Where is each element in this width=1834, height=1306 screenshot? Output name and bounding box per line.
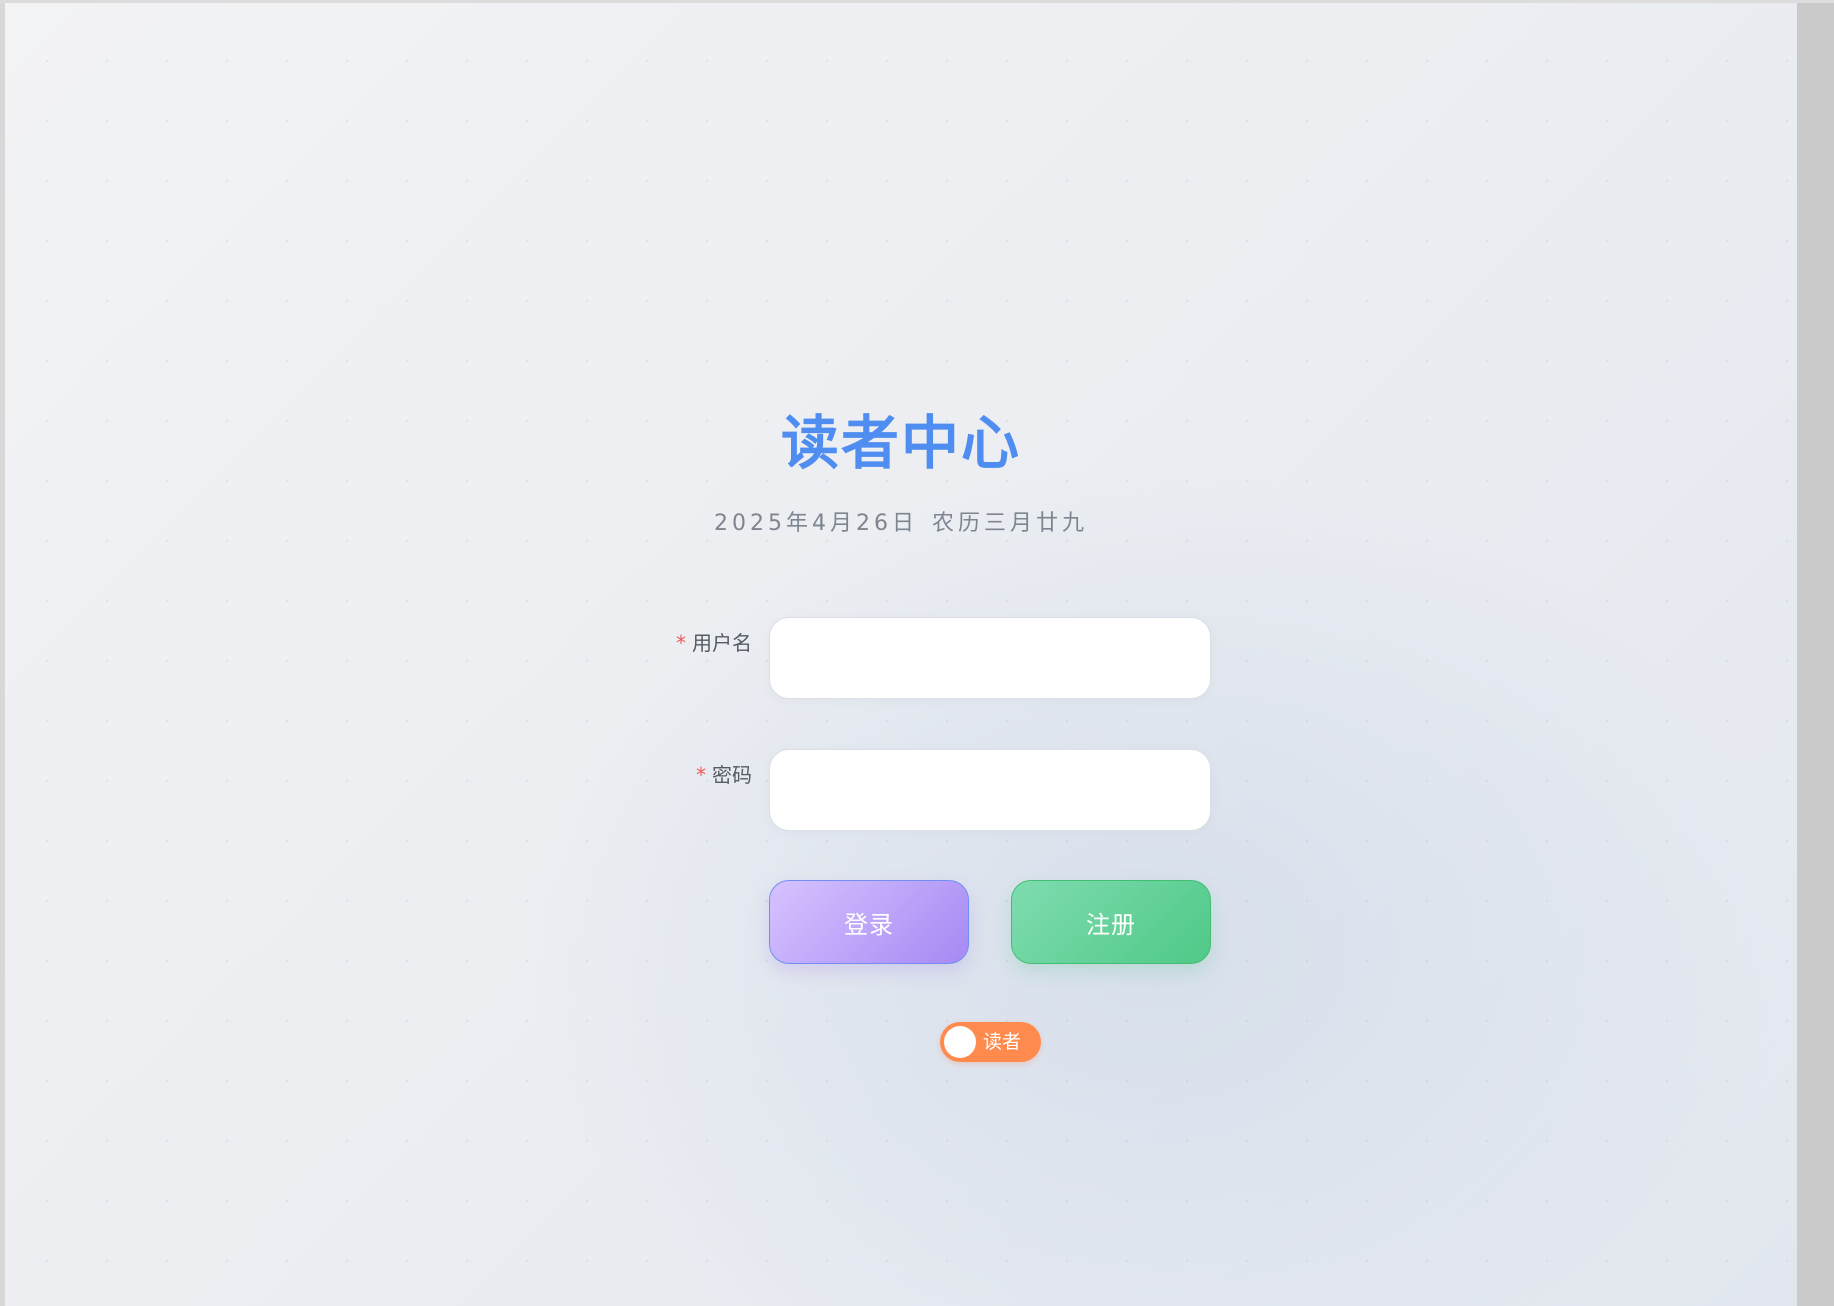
login-button-label: 登录: [844, 910, 894, 939]
password-label-text: 密码: [712, 763, 752, 787]
password-input[interactable]: [769, 749, 1211, 831]
login-button[interactable]: 登录: [769, 880, 969, 964]
register-button-label: 注册: [1086, 910, 1136, 939]
date-line: 2025年4月26日 农历三月廿九: [5, 508, 1797, 540]
username-label-text: 用户名: [692, 631, 752, 655]
scrollbar[interactable]: [1797, 3, 1834, 1306]
page-title: 读者中心: [780, 409, 1021, 477]
required-marker: *: [696, 763, 706, 787]
username-input[interactable]: [769, 617, 1211, 699]
page-viewport: 读者中心 2025年4月26日 农历三月廿九 * 用户名 * 密码 登录 注册 读者: [5, 3, 1797, 1306]
password-label: * 密码: [552, 761, 752, 789]
gregorian-date: 2025年4月26日: [714, 511, 918, 536]
role-toggle-switch[interactable]: 读者: [940, 1022, 1041, 1062]
role-toggle-label: 读者: [983, 1031, 1022, 1053]
username-label: * 用户名: [552, 629, 752, 657]
register-button[interactable]: 注册: [1011, 880, 1211, 964]
required-marker: *: [676, 631, 686, 655]
toggle-knob: [944, 1026, 976, 1058]
lunar-date: 农历三月廿九: [931, 511, 1088, 536]
browser-frame: 读者中心 2025年4月26日 农历三月廿九 * 用户名 * 密码 登录 注册 读者: [0, 0, 1834, 1306]
